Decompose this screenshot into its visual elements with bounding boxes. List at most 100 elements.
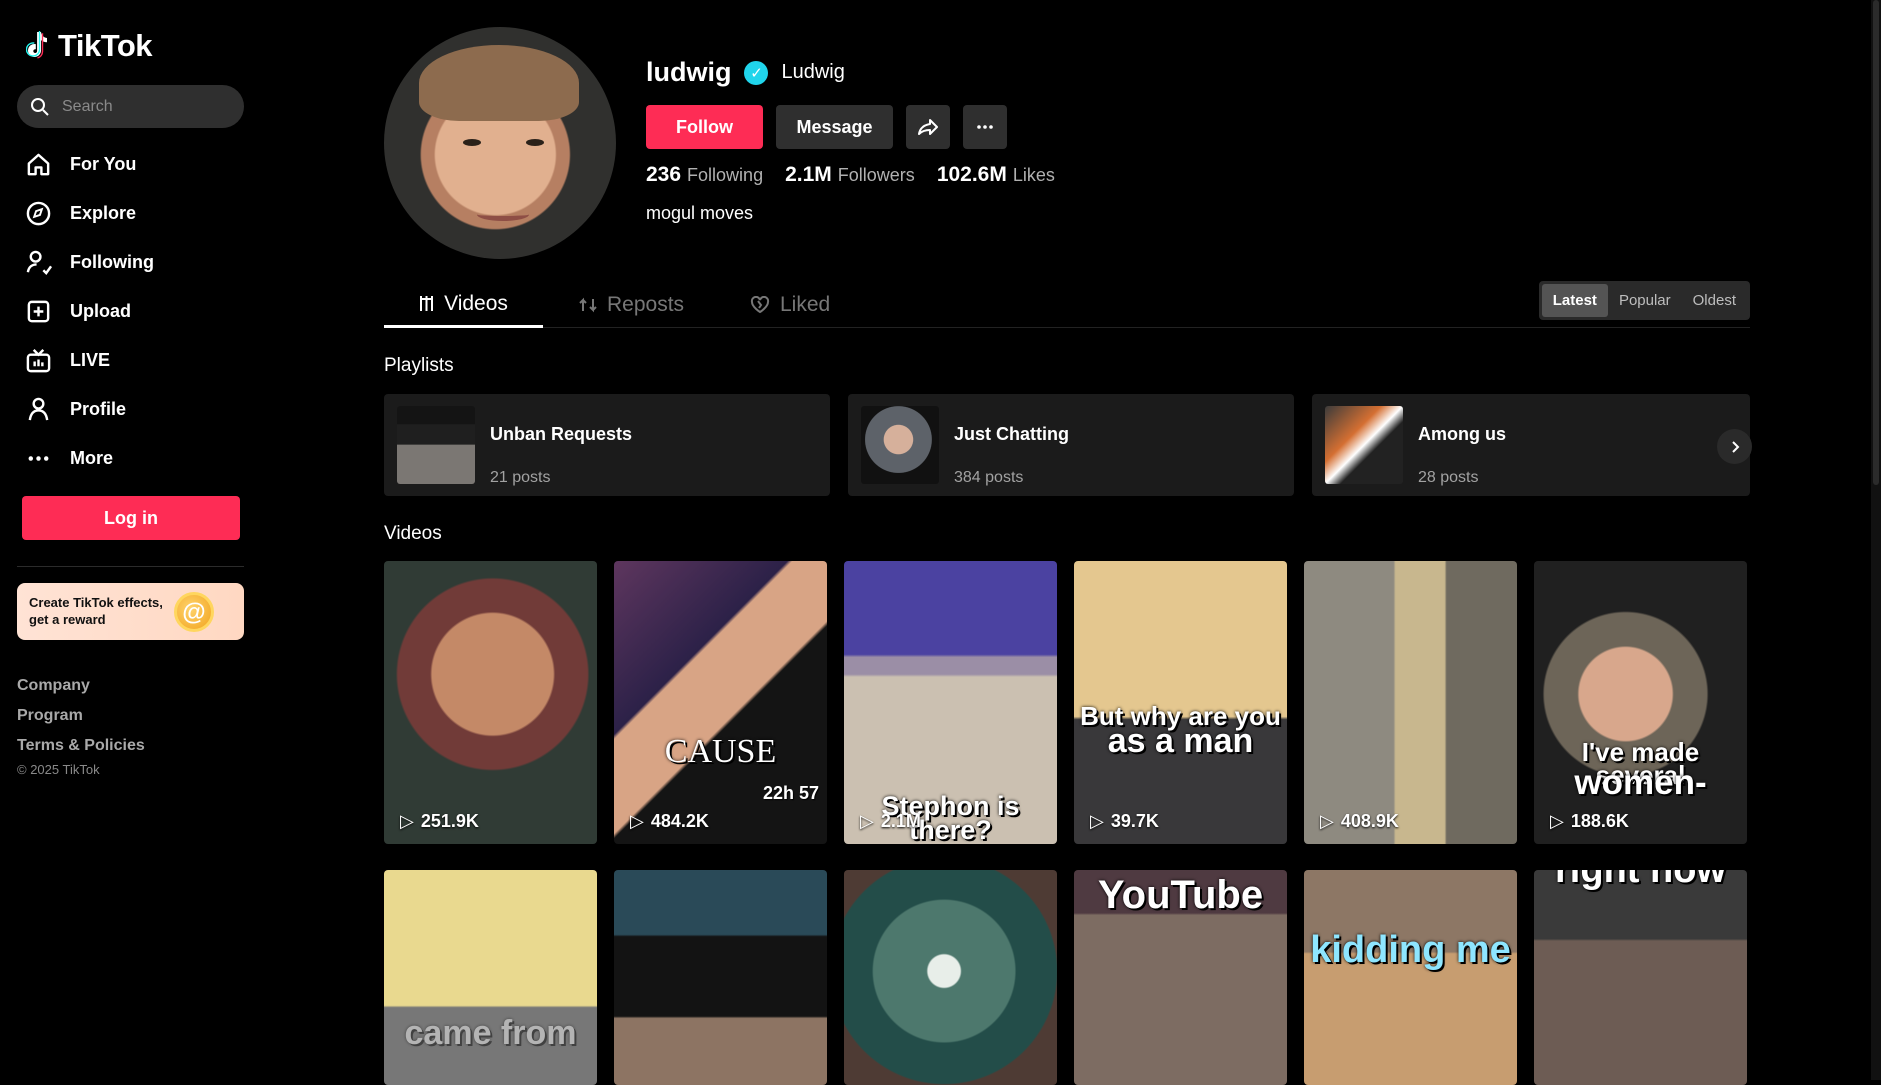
likes-label: Likes <box>1012 165 1055 185</box>
view-count: ▷ 251.9K <box>400 811 479 832</box>
tab-label: Liked <box>780 293 831 316</box>
nav-explore[interactable]: Explore <box>17 189 244 238</box>
following-stat[interactable]: 236 Following <box>646 163 763 187</box>
tiktok-logo[interactable]: TikTok <box>26 28 153 64</box>
chevron-right-icon <box>1731 440 1739 453</box>
tab-label: Reposts <box>607 293 685 316</box>
video-thumbnail[interactable]: I've made several women- ▷ 188.6K <box>1534 561 1747 844</box>
views-text: 484.2K <box>650 811 709 831</box>
share-button[interactable] <box>906 105 950 149</box>
video-thumbnail[interactable]: ▷ 408.9K <box>1304 561 1517 844</box>
playlist-post-count: 28 posts <box>1418 469 1479 486</box>
footer-links: Company Program Terms & Policies © 2025 … <box>17 671 145 779</box>
playlist-card[interactable]: Just Chatting 384 posts <box>848 394 1294 496</box>
followers-stat[interactable]: 2.1M Followers <box>785 163 915 187</box>
sort-oldest[interactable]: Oldest <box>1682 284 1747 317</box>
video-thumbnail[interactable]: right now <box>1534 870 1747 1085</box>
video-thumbnail[interactable]: came from <box>384 870 597 1085</box>
search-box[interactable] <box>17 85 244 128</box>
nav-more[interactable]: More <box>17 434 244 483</box>
more-options-button[interactable] <box>963 105 1007 149</box>
profile-avatar[interactable] <box>384 27 616 259</box>
views-text: 251.9K <box>420 811 479 831</box>
views-text: 188.6K <box>1570 811 1629 831</box>
person-icon <box>28 397 49 421</box>
profile-actions: Follow Message <box>646 105 1007 149</box>
live-icon <box>26 349 51 373</box>
playlist-card[interactable]: Unban Requests 21 posts <box>384 394 830 496</box>
video-thumbnail[interactable]: kidding me <box>1304 870 1517 1085</box>
view-count: ▷ 188.6K <box>1550 811 1629 832</box>
followers-label: Followers <box>837 165 915 185</box>
tab-videos[interactable]: Videos <box>384 282 543 328</box>
nav-for-you[interactable]: For You <box>17 140 244 189</box>
playlist-title: Among us <box>1418 424 1506 444</box>
view-count: ▷ 408.9K <box>1320 811 1399 832</box>
playlist-thumbnail <box>1325 406 1403 484</box>
compass-icon <box>26 201 51 226</box>
video-thumbnail[interactable]: YouTube <box>1074 870 1287 1085</box>
stream-time-label: 22h 57 <box>762 783 819 803</box>
playlist-card[interactable]: Among us 28 posts <box>1312 394 1750 496</box>
playlist-title: Unban Requests <box>490 424 633 444</box>
search-input[interactable] <box>62 97 222 116</box>
repost-icon <box>579 297 597 313</box>
grid-icon <box>420 296 434 311</box>
video-caption: came from <box>404 1014 577 1052</box>
login-button[interactable]: Log in <box>22 496 240 540</box>
video-thumbnail[interactable] <box>614 870 827 1085</box>
play-icon: ▷ <box>630 811 644 831</box>
username: ludwig <box>646 57 732 87</box>
views-text: 2.1M <box>880 811 921 831</box>
footer-terms[interactable]: Terms & Policies <box>17 731 145 761</box>
views-text: 408.9K <box>1340 811 1399 831</box>
playlist-title: Just Chatting <box>954 424 1069 444</box>
nav-following[interactable]: Following <box>17 238 244 287</box>
tab-reposts[interactable]: Reposts <box>579 282 684 328</box>
sort-popular[interactable]: Popular <box>1608 284 1682 317</box>
video-caption: CAUSE <box>664 733 777 770</box>
play-icon: ▷ <box>860 811 874 831</box>
message-button[interactable]: Message <box>776 105 893 149</box>
search-icon <box>31 97 49 116</box>
sidebar: TikTok For You Explore Following Upload … <box>0 0 260 1080</box>
avatar-eye-right <box>526 139 544 146</box>
videos-heading: Videos <box>384 523 442 544</box>
video-caption-bottom: women- <box>1574 763 1707 802</box>
video-thumbnail[interactable]: CAUSE 22h 57 ▷ 484.2K <box>614 561 827 844</box>
more-icon <box>28 456 49 461</box>
follow-button[interactable]: Follow <box>646 105 763 149</box>
footer-company[interactable]: Company <box>17 671 145 701</box>
playlist-post-count: 384 posts <box>954 469 1024 486</box>
footer-program[interactable]: Program <box>17 701 145 731</box>
page-scrollbar[interactable] <box>1871 0 1881 1080</box>
nav-profile[interactable]: Profile <box>17 385 244 434</box>
nav-live[interactable]: LIVE <box>17 336 244 385</box>
playlist-post-count: 21 posts <box>490 469 551 486</box>
likes-count: 102.6M <box>936 163 1007 186</box>
sort-latest[interactable]: Latest <box>1541 284 1608 317</box>
nav-label: LIVE <box>70 350 111 370</box>
scrollbar-thumb[interactable] <box>1873 0 1879 485</box>
nav-label: Explore <box>70 203 137 223</box>
tab-liked[interactable]: Liked <box>750 282 830 328</box>
nav-upload[interactable]: Upload <box>17 287 244 336</box>
following-label: Following <box>687 165 764 185</box>
view-count: ▷ 39.7K <box>1090 811 1159 832</box>
video-thumbnail[interactable]: Stephon is there? ▷ 2.1M <box>844 561 1057 844</box>
avatar-eye-left <box>463 139 481 146</box>
video-caption: kidding me <box>1310 929 1511 971</box>
home-icon <box>27 153 50 176</box>
copyright: © 2025 TikTok <box>17 762 100 777</box>
effects-promo[interactable]: Create TikTok effects, get a reward @ <box>17 583 244 640</box>
video-thumbnail[interactable]: But why are you as a man ▷ 39.7K <box>1074 561 1287 844</box>
playlist-next-button[interactable] <box>1717 429 1752 464</box>
video-thumbnail[interactable] <box>844 870 1057 1085</box>
plus-square-icon <box>27 300 50 323</box>
play-icon: ▷ <box>1090 811 1104 831</box>
logo-text: TikTok <box>58 28 153 63</box>
share-icon <box>918 119 938 135</box>
nav-label: Profile <box>70 399 127 419</box>
video-thumbnail[interactable]: ▷ 251.9K <box>384 561 597 844</box>
playlist-carousel: Unban Requests 21 posts Just Chatting 384 … <box>384 394 1752 496</box>
